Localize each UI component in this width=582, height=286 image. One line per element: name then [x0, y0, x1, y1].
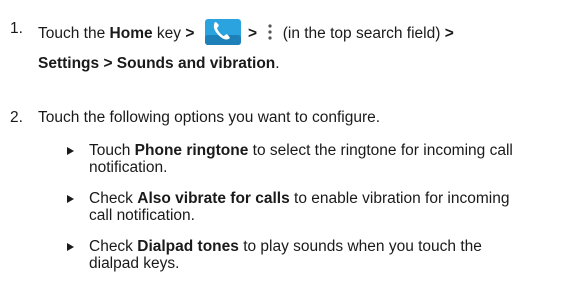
- text-run: Check: [89, 238, 138, 255]
- option-name: Also vibrate for calls: [137, 190, 290, 207]
- step-1-line-1: Touch the Home key > > (in the top searc…: [38, 19, 454, 45]
- bullet-text: Touch Phone ringtone to select the ringt…: [89, 142, 582, 176]
- text-run: call notification.: [89, 207, 195, 224]
- triangle-bullet-icon: [67, 195, 74, 203]
- option-name: Phone ringtone: [134, 142, 249, 159]
- text-run: (in the top search field): [278, 25, 445, 42]
- text-run: key: [152, 25, 186, 42]
- text-run: to select the ringtone for incoming call: [248, 142, 513, 159]
- bullet-text: Check Also vibrate for calls to enable v…: [89, 190, 582, 224]
- step-1-line-2: Settings > Sounds and vibration.: [38, 54, 280, 74]
- home-key-label: Home: [109, 25, 153, 42]
- triangle-bullet-icon: [67, 243, 74, 251]
- triangle-bullet-icon: [67, 147, 74, 155]
- arrow-separator: >: [444, 25, 454, 42]
- arrow-separator: >: [185, 25, 195, 42]
- step-number: 1.: [10, 20, 23, 37]
- option-name: Dialpad tones: [137, 238, 239, 255]
- arrow-separator: >: [248, 25, 258, 42]
- step-number: 2.: [10, 109, 23, 126]
- text-run: .: [275, 55, 280, 72]
- text-run: notification.: [89, 159, 168, 176]
- text-run: dialpad keys.: [89, 255, 180, 272]
- bullet-text: Check Dialpad tones to play sounds when …: [89, 238, 582, 272]
- step-2-text: Touch the following options you want to …: [38, 109, 381, 126]
- settings-path: Settings > Sounds and vibration: [38, 55, 276, 72]
- text-run: to enable vibration for incoming: [289, 190, 510, 207]
- text-run: Check: [89, 190, 138, 207]
- text-run: Touch: [89, 142, 135, 159]
- phone-app-icon: [204, 19, 241, 45]
- text-run: to play sounds when you touch the: [238, 238, 482, 255]
- more-options-icon: [268, 24, 273, 40]
- text-run: Touch the: [38, 25, 110, 42]
